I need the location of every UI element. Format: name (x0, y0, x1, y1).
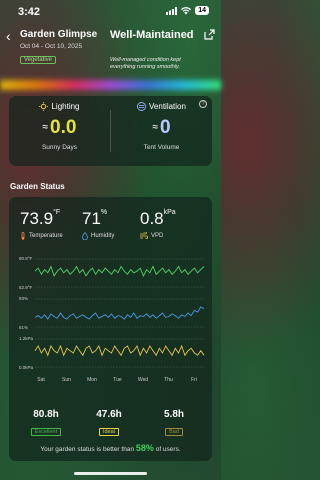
fan-icon (137, 102, 146, 111)
bad-tag: Bad (165, 428, 183, 436)
x-tick-label: Tue (113, 377, 122, 383)
garden-status-title: Garden Status (10, 182, 65, 191)
sun-icon (39, 102, 49, 111)
wifi-icon (181, 6, 192, 14)
bad-stat: 5.8h Bad (149, 409, 199, 438)
humidity-label: Humidity (91, 233, 115, 239)
humidity-unit: % (100, 209, 108, 216)
page-title: Garden Glimpse (20, 29, 98, 40)
humidity-value: 71 (82, 209, 101, 228)
vpd-unit: kPa (163, 209, 176, 216)
vpd-value: 0.8 (140, 209, 164, 228)
x-tick-label: Mon (87, 377, 97, 383)
date-range[interactable]: Oct 04 - Oct 10, 2025 (20, 43, 82, 50)
ideal-hours: 47.6h (96, 409, 122, 420)
tent-volume-label: Tent Volume (143, 144, 180, 151)
back-icon[interactable]: ‹ (6, 28, 11, 44)
ventilation-title: Ventilation (149, 102, 186, 111)
temperature-value: 73.9 (20, 209, 54, 228)
clock: 3:42 (18, 6, 41, 18)
lighting-header: Lighting (9, 102, 110, 111)
series-temperature-line (34, 265, 205, 277)
temperature-label: Temperature (29, 233, 63, 239)
series-vpd-line (34, 344, 205, 357)
excellent-tag: Excellent (30, 428, 62, 436)
percentile-value: 58% (135, 443, 154, 453)
ventilation-header: Ventilation (111, 102, 212, 111)
status-bar: 3:42 14 (0, 0, 221, 22)
summary-text: Your garden status is better than 58% of… (40, 443, 181, 453)
series-humidity-line (34, 306, 205, 320)
stage-badge: Vegetative (20, 56, 57, 64)
lighting-panel[interactable]: Lighting ≈0.0 Sunny Days (9, 102, 110, 162)
x-tick-label: Thu (164, 377, 173, 383)
sunny-days-value: ≈0.0 (42, 117, 77, 138)
ideal-tag: Ideal (99, 428, 119, 436)
humidity-metric: 71% Humidity (82, 209, 114, 240)
x-tick-label: Sun (62, 377, 71, 383)
battery-indicator: 14 (195, 6, 209, 15)
chart-canvas: Sat Sun Mon Tue Wed Thu Fri (34, 258, 205, 383)
vpd-metric: 0.8kPa VPD (140, 209, 176, 239)
status-icons: 14 (166, 6, 209, 15)
x-tick-label: Fri (191, 377, 197, 383)
condition-description: Well-managed condition kept everything r… (110, 57, 181, 70)
vpd-label: VPD (151, 232, 164, 239)
wind-icon (140, 232, 148, 239)
thermometer-icon (21, 232, 25, 240)
bad-hours: 5.8h (163, 409, 184, 420)
share-icon[interactable] (204, 29, 215, 40)
sunny-days-label: Sunny Days (41, 144, 78, 151)
garden-status-card: 73.9°F Temperature 71% Humidity 0.8kPa V… (9, 197, 212, 461)
home-indicator (74, 472, 147, 475)
droplet-icon (82, 232, 88, 240)
excellent-hours: 80.8h (33, 409, 59, 420)
rainbow-glow (0, 80, 221, 90)
x-tick-label: Sat (37, 377, 45, 383)
ventilation-panel[interactable]: Ventilation ≈0 Tent Volume (111, 102, 212, 162)
signal-icon (166, 6, 178, 15)
lighting-title: Lighting (51, 102, 80, 111)
environment-card: ? Lighting ≈0.0 Sunny Days Ventilation ≈… (9, 96, 212, 166)
temperature-unit: °F (53, 209, 61, 216)
temperature-metric: 73.9°F Temperature (20, 209, 63, 240)
tent-volume-value: ≈0 (152, 117, 171, 138)
x-tick-label: Wed (138, 377, 148, 383)
excellent-stat: 80.8h Excellent (21, 409, 71, 438)
condition-status: Well-Maintained (110, 29, 194, 41)
status-chart[interactable]: 80.8°F 62.9°F 93% 61% 1.2kPa 0.0kPa Sat S… (9, 255, 212, 385)
page-header: ‹ Garden Glimpse Oct 04 - Oct 10, 2025 V… (0, 26, 221, 76)
ideal-stat: 47.6h Ideal (84, 409, 134, 438)
